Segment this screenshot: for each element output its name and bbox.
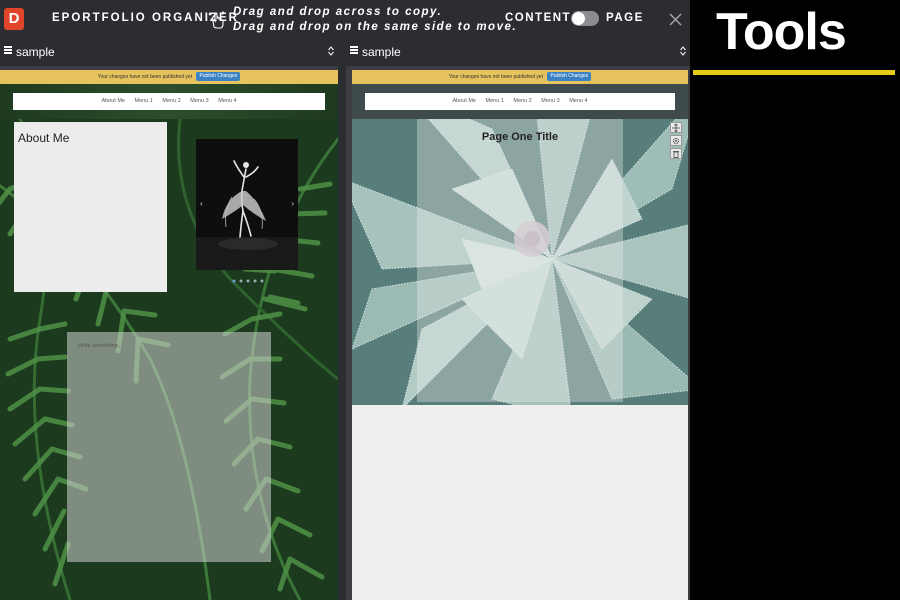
unpublished-banner: Your changes have not been published yet… bbox=[352, 70, 688, 84]
instruction-move: Drag and drop on the same side to move. bbox=[233, 21, 518, 33]
site-nav: About Me Menu 1 Menu 2 Menu 3 Menu 4 bbox=[365, 93, 675, 110]
gear-icon[interactable] bbox=[670, 135, 682, 146]
left-select-value: sample bbox=[16, 45, 55, 59]
nav-item-menu-3[interactable]: Menu 3 bbox=[190, 98, 208, 104]
publish-changes-button[interactable]: Publish Changes bbox=[196, 72, 241, 81]
carousel-dots[interactable] bbox=[231, 278, 271, 284]
carousel-next-button[interactable]: › bbox=[291, 199, 294, 208]
close-icon[interactable] bbox=[669, 13, 682, 26]
select-arrows-icon bbox=[680, 46, 686, 56]
tools-heading: Tools bbox=[716, 3, 847, 61]
select-arrows-icon bbox=[328, 46, 334, 56]
nav-item-about-me[interactable]: About Me bbox=[101, 98, 125, 104]
page-title: Page One Title bbox=[481, 131, 559, 143]
left-portfolio-select[interactable]: sample bbox=[0, 38, 338, 66]
app-logo: D bbox=[4, 8, 24, 30]
mode-toggle[interactable] bbox=[571, 11, 599, 26]
image-carousel[interactable]: ‹ › bbox=[196, 139, 298, 270]
move-icon[interactable] bbox=[670, 122, 682, 133]
tools-panel: Tools bbox=[690, 0, 900, 600]
list-icon bbox=[350, 46, 358, 54]
app-root: D EPORTFOLIO ORGANIZER Drag and drop acr… bbox=[0, 0, 900, 600]
carousel-prev-button[interactable]: ‹ bbox=[200, 199, 203, 208]
right-select-value: sample bbox=[362, 45, 401, 59]
nav-item-menu-1[interactable]: Menu 1 bbox=[135, 98, 153, 104]
drag-instructions: Drag and drop across to copy. Drag and d… bbox=[233, 5, 517, 35]
nav-band: About Me Menu 1 Menu 2 Menu 3 Menu 4 bbox=[0, 84, 338, 119]
right-portfolio-select[interactable]: sample bbox=[346, 38, 690, 66]
nav-band: About Me Menu 1 Menu 2 Menu 3 Menu 4 bbox=[352, 84, 688, 119]
text-editor-block[interactable]: Write something... bbox=[67, 332, 271, 562]
nav-item-menu-4[interactable]: Menu 4 bbox=[569, 98, 587, 104]
drag-hand-icon bbox=[208, 11, 225, 29]
page-title-block[interactable]: Page One Title bbox=[417, 119, 623, 402]
instruction-copy: Drag and drop across to copy. bbox=[233, 6, 443, 18]
nav-item-menu-1[interactable]: Menu 1 bbox=[486, 98, 504, 104]
right-page-preview: Your changes have not been published yet… bbox=[352, 70, 688, 600]
banner-text: Your changes have not been published yet bbox=[97, 74, 193, 80]
unpublished-banner: Your changes have not been published yet… bbox=[0, 70, 338, 84]
nav-item-menu-2[interactable]: Menu 2 bbox=[162, 98, 180, 104]
dancer-photo bbox=[196, 139, 298, 270]
about-me-heading: About Me bbox=[18, 131, 70, 145]
toggle-knob bbox=[572, 12, 585, 25]
top-bar: D EPORTFOLIO ORGANIZER Drag and drop acr… bbox=[0, 0, 690, 38]
about-me-block[interactable]: About Me bbox=[14, 122, 167, 292]
left-page-preview: Your changes have not been published yet… bbox=[0, 70, 338, 600]
right-pane: sample Your changes have not been publis… bbox=[346, 38, 690, 600]
text-editor-placeholder: Write something... bbox=[78, 343, 123, 349]
mode-label-page: PAGE bbox=[606, 12, 644, 24]
banner-text: Your changes have not been published yet bbox=[448, 74, 544, 80]
site-nav: About Me Menu 1 Menu 2 Menu 3 Menu 4 bbox=[13, 93, 325, 110]
pane-divider bbox=[338, 38, 346, 600]
nav-item-about-me[interactable]: About Me bbox=[452, 98, 476, 104]
nav-item-menu-3[interactable]: Menu 3 bbox=[541, 98, 559, 104]
publish-changes-button[interactable]: Publish Changes bbox=[547, 72, 592, 81]
trash-icon[interactable] bbox=[670, 148, 682, 159]
nav-item-menu-2[interactable]: Menu 2 bbox=[513, 98, 531, 104]
tools-underline bbox=[693, 70, 895, 75]
page-empty-area bbox=[352, 405, 688, 600]
list-icon bbox=[4, 46, 12, 54]
block-toolbar bbox=[670, 122, 682, 161]
nav-item-menu-4[interactable]: Menu 4 bbox=[218, 98, 236, 104]
mode-label-content: CONTENT bbox=[505, 12, 572, 24]
left-pane: sample Your changes have not been publis… bbox=[0, 38, 338, 600]
